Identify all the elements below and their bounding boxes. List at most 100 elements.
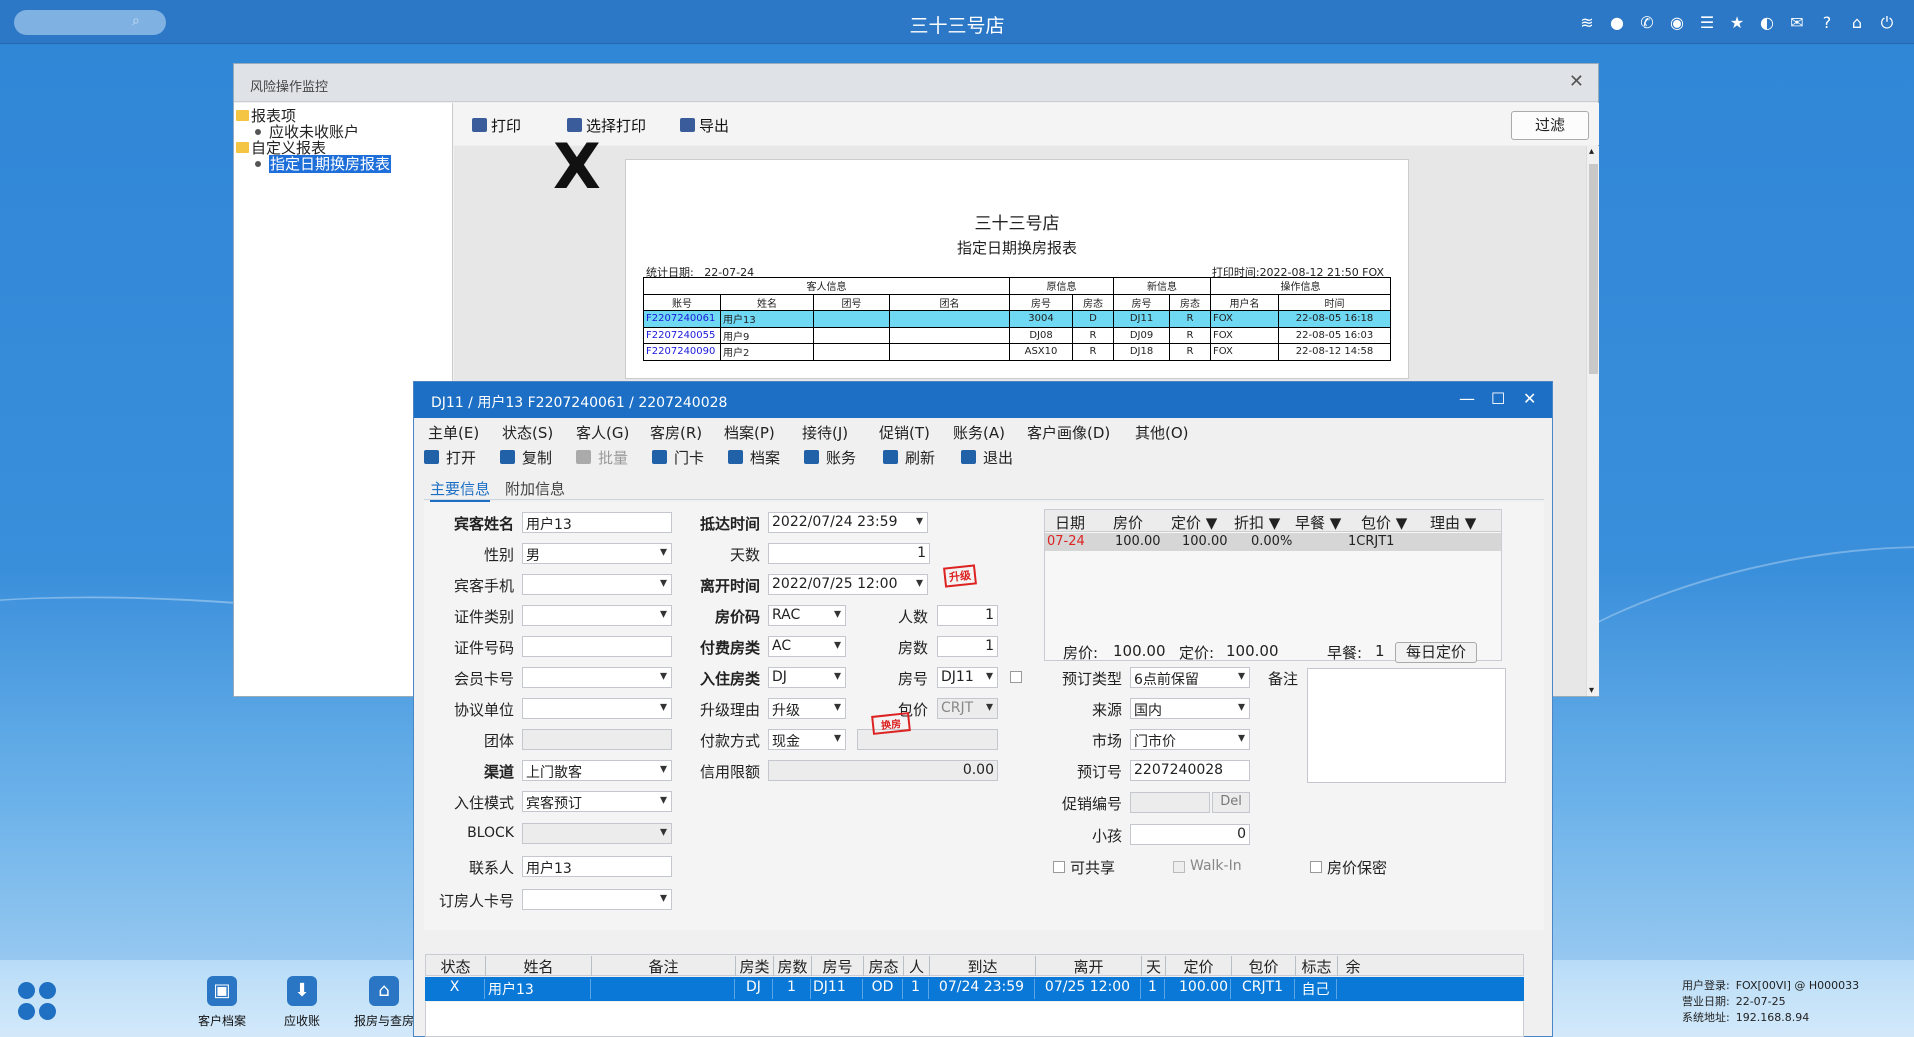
- credit-limit-field[interactable]: 0.00: [768, 760, 998, 781]
- scroll-up-icon[interactable]: ▴: [1589, 146, 1594, 157]
- menu-accounting[interactable]: 账务(A): [953, 422, 1005, 443]
- tree-item-room-change-report[interactable]: 指定日期换房报表: [251, 153, 392, 174]
- accounting-button[interactable]: 账务: [804, 447, 856, 468]
- booker-card-field[interactable]: [522, 889, 672, 910]
- remark-textarea[interactable]: [1307, 668, 1506, 783]
- copy-button[interactable]: 复制: [500, 447, 552, 468]
- contact-field[interactable]: 用户13: [522, 856, 672, 877]
- id-type-select[interactable]: [522, 605, 672, 626]
- power-icon[interactable]: ⏻: [1877, 13, 1897, 33]
- taskbar-item-room-report[interactable]: ⌂ 报房与查房: [344, 976, 424, 1029]
- theme-icon[interactable]: ◐: [1757, 13, 1777, 33]
- package-select[interactable]: CRJT: [937, 698, 998, 719]
- menu-status[interactable]: 状态(S): [502, 422, 553, 443]
- promo-code-field[interactable]: [1130, 792, 1210, 813]
- door-card-button[interactable]: 门卡: [652, 447, 704, 468]
- checkin-mode-select[interactable]: 宾客预订: [522, 791, 672, 812]
- taskbar-item-receivable[interactable]: ⬇ 应收账: [267, 976, 337, 1029]
- block-select[interactable]: [522, 823, 672, 844]
- pay-method-select[interactable]: 现金: [768, 729, 846, 750]
- menu-room[interactable]: 客房(R): [650, 422, 702, 443]
- exit-button[interactable]: 退出: [961, 447, 1013, 468]
- fixed-rate-column[interactable]: 定价 ▼: [1171, 512, 1217, 533]
- pay-method-label: 付款方式: [699, 732, 760, 750]
- maximize-icon[interactable]: ☐: [1491, 389, 1505, 408]
- rate-secret-checkbox[interactable]: [1310, 861, 1322, 873]
- breakfast-column[interactable]: 早餐 ▼: [1295, 512, 1341, 533]
- agreement-unit-select[interactable]: [522, 698, 672, 719]
- start-menu-icon[interactable]: [18, 982, 58, 1022]
- table-row[interactable]: F2207240061 用户13 3004 D DJ11 R FOX 22-08…: [643, 310, 1391, 328]
- booking-type-select[interactable]: 6点前保留: [1130, 667, 1250, 688]
- checkin-room-type-select[interactable]: DJ: [768, 667, 846, 688]
- menu-promotion[interactable]: 促销(T): [879, 422, 930, 443]
- chat-icon[interactable]: ●: [1607, 13, 1627, 33]
- departure-time-field[interactable]: 2022/07/25 12:00: [768, 574, 928, 595]
- report-scrollbar[interactable]: ▴ ▾: [1586, 146, 1599, 696]
- market-select[interactable]: 门市价: [1130, 729, 1250, 750]
- export-button[interactable]: 导出: [680, 115, 729, 136]
- credit-limit-label: 信用限额: [699, 763, 760, 781]
- menu-icon[interactable]: ☰: [1697, 13, 1717, 33]
- mobile-field[interactable]: [522, 574, 672, 595]
- filter-button[interactable]: 过滤: [1511, 111, 1589, 140]
- group-field[interactable]: [522, 729, 672, 750]
- member-card-field[interactable]: [522, 667, 672, 688]
- room-lock-checkbox[interactable]: [1010, 671, 1022, 683]
- menu-main[interactable]: 主单(E): [428, 422, 479, 443]
- channel-select[interactable]: 上门散客: [522, 760, 672, 781]
- daily-rate-button[interactable]: 每日定价: [1395, 642, 1477, 663]
- phone-icon[interactable]: ✆: [1637, 13, 1657, 33]
- menu-reception[interactable]: 接待(J): [802, 422, 848, 443]
- refresh-button[interactable]: 刷新: [883, 447, 935, 468]
- package-column[interactable]: 包价 ▼: [1361, 512, 1407, 533]
- id-number-field[interactable]: [522, 636, 672, 657]
- close-icon[interactable]: ✕: [1569, 71, 1584, 92]
- booking-number-field[interactable]: 2207240028: [1130, 760, 1250, 781]
- persons-field[interactable]: 1: [937, 605, 998, 626]
- scrollbar-thumb[interactable]: [1589, 164, 1598, 374]
- wifi-icon[interactable]: ≋: [1577, 13, 1597, 33]
- delete-promo-button[interactable]: Del: [1212, 792, 1250, 813]
- source-select[interactable]: 国内: [1130, 698, 1250, 719]
- menu-guest[interactable]: 客人(G): [576, 422, 629, 443]
- room-number-select[interactable]: DJ11: [937, 667, 998, 688]
- taskbar-item-customer-file[interactable]: ▣ 客户档案: [187, 976, 257, 1029]
- home-icon[interactable]: ⌂: [1847, 13, 1867, 33]
- guest-name-field[interactable]: 用户13: [522, 512, 672, 533]
- arrival-time-field[interactable]: 2022/07/24 23:59: [768, 512, 928, 533]
- rooms-field[interactable]: 1: [937, 636, 998, 657]
- rate-row[interactable]: 07-24 100.00 100.00 0.00% 1CRJT1: [1045, 533, 1501, 551]
- star-icon[interactable]: ★: [1727, 13, 1747, 33]
- persons-label: 人数: [897, 608, 928, 626]
- rate-code-select[interactable]: RAC: [768, 605, 846, 626]
- menu-customer-portrait[interactable]: 客户画像(D): [1027, 422, 1110, 443]
- days-field[interactable]: 1: [768, 543, 930, 564]
- table-row[interactable]: X 用户13 DJ 1 DJ11 OD 1 07/24 23:59 07/25 …: [425, 977, 1524, 1001]
- discount-column[interactable]: 折扣 ▼: [1234, 512, 1280, 533]
- tab-main-info[interactable]: 主要信息: [430, 478, 491, 502]
- open-button[interactable]: 打开: [424, 447, 476, 468]
- report-header-row: 账号 姓名 团号 团名 房号 房态 房号 房态 用户名 时间: [643, 293, 1391, 311]
- children-field[interactable]: 0: [1130, 824, 1250, 845]
- help-icon[interactable]: ?: [1817, 13, 1837, 33]
- scroll-down-icon[interactable]: ▾: [1589, 685, 1594, 696]
- walkin-checkbox[interactable]: [1173, 861, 1185, 873]
- close-icon[interactable]: ✕: [1523, 389, 1536, 408]
- print-button[interactable]: 打印: [472, 115, 521, 136]
- shareable-checkbox[interactable]: [1053, 861, 1065, 873]
- pay-room-type-select[interactable]: AC: [768, 636, 846, 657]
- gender-select[interactable]: 男: [522, 543, 672, 564]
- menu-profile[interactable]: 档案(P): [724, 422, 775, 443]
- table-row[interactable]: F2207240090 用户2 ASX10 R DJ18 R FOX 22-08…: [643, 343, 1391, 361]
- table-row[interactable]: F2207240055 用户9 DJ08 R DJ09 R FOX 22-08-…: [643, 326, 1391, 344]
- reason-column[interactable]: 理由 ▼: [1430, 512, 1476, 533]
- batch-button[interactable]: 批量: [576, 447, 628, 468]
- profile-button[interactable]: 档案: [728, 447, 780, 468]
- minimize-icon[interactable]: —: [1459, 389, 1475, 408]
- tab-extra-info[interactable]: 附加信息: [505, 478, 565, 499]
- menu-other[interactable]: 其他(O): [1135, 422, 1189, 443]
- upgrade-reason-select[interactable]: 升级: [768, 698, 846, 719]
- mail-icon[interactable]: ✉: [1787, 13, 1807, 33]
- palette-icon[interactable]: ◉: [1667, 13, 1687, 33]
